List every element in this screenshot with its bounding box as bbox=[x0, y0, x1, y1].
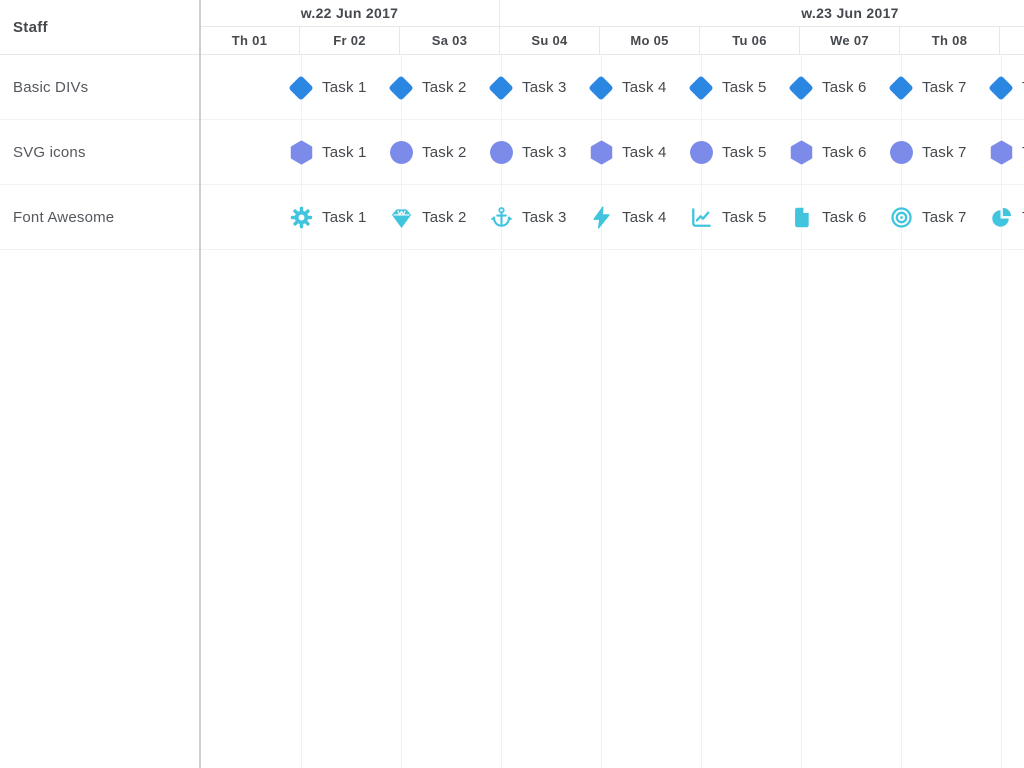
diamond-shape bbox=[988, 75, 1013, 100]
milestone-task[interactable]: Task 2 bbox=[388, 185, 467, 250]
anchor-icon bbox=[488, 205, 514, 231]
circle-icon bbox=[388, 140, 414, 166]
milestone-label: Task 2 bbox=[422, 144, 467, 161]
resource-cell[interactable]: Font Awesome bbox=[0, 185, 200, 250]
milestone-label: Task 3 bbox=[522, 79, 567, 96]
file-icon bbox=[788, 205, 814, 231]
week-header-row: w.22 Jun 2017w.23 Jun 2017 bbox=[201, 0, 1024, 27]
milestone-task[interactable]: Task 6 bbox=[788, 120, 867, 185]
gem-icon bbox=[388, 205, 414, 231]
milestone-task[interactable]: Task 1 bbox=[288, 55, 367, 120]
hexagon-icon bbox=[988, 140, 1014, 166]
milestone-task[interactable]: Task 4 bbox=[588, 120, 667, 185]
chart-line-icon bbox=[688, 205, 714, 231]
milestone-label: Task 6 bbox=[822, 144, 867, 161]
bullseye-icon bbox=[888, 205, 914, 231]
milestone-task[interactable]: Task 3 bbox=[488, 55, 567, 120]
scheduler: w.22 Jun 2017w.23 Jun 2017 Th 01Fr 02Sa … bbox=[0, 0, 1024, 768]
milestone-label: Task 4 bbox=[622, 209, 667, 226]
day-header-row: Th 01Fr 02Sa 03Su 04Mo 05Tu 06We 07Th 08 bbox=[201, 27, 1024, 55]
milestone-task[interactable]: Task 7 bbox=[888, 185, 967, 250]
diamond-shape bbox=[788, 75, 813, 100]
week-header-cell[interactable]: w.23 Jun 2017 bbox=[500, 0, 1024, 26]
milestone-label: Task 4 bbox=[622, 79, 667, 96]
chart-pie-icon bbox=[988, 205, 1014, 231]
diamond-shape bbox=[488, 75, 513, 100]
diamond-shape bbox=[888, 75, 913, 100]
day-header-cell[interactable]: Th 01 bbox=[201, 27, 300, 54]
schedule-timeline: w.22 Jun 2017w.23 Jun 2017 Th 01Fr 02Sa … bbox=[201, 0, 1024, 768]
resource-cell[interactable]: Basic DIVs bbox=[0, 55, 200, 120]
milestone-task[interactable]: Task 2 bbox=[388, 120, 467, 185]
circle-icon bbox=[688, 140, 714, 166]
milestone-task[interactable]: Task 6 bbox=[788, 185, 867, 250]
milestone-label: Task 1 bbox=[322, 209, 367, 226]
milestone-label: Task 6 bbox=[822, 79, 867, 96]
milestone-label: Task 5 bbox=[722, 144, 767, 161]
milestone-task[interactable]: Task 2 bbox=[388, 55, 467, 120]
milestone-label: Task 1 bbox=[322, 144, 367, 161]
hexagon-icon bbox=[788, 140, 814, 166]
week-header-cell[interactable]: w.22 Jun 2017 bbox=[201, 0, 500, 26]
milestone-task[interactable]: Task 6 bbox=[788, 55, 867, 120]
diamond-shape bbox=[388, 75, 413, 100]
milestone-task[interactable]: Task 4 bbox=[588, 55, 667, 120]
milestone-task[interactable]: Task 4 bbox=[588, 185, 667, 250]
diamond-icon bbox=[288, 75, 314, 101]
day-header-cell[interactable]: Mo 05 bbox=[600, 27, 700, 54]
cog-icon bbox=[288, 205, 314, 231]
grid-splitter[interactable] bbox=[199, 0, 201, 768]
diamond-icon bbox=[888, 75, 914, 101]
day-header-cell[interactable]: Tu 06 bbox=[700, 27, 800, 54]
resource-cell[interactable]: SVG icons bbox=[0, 120, 200, 185]
milestone-task[interactable]: Task 8 bbox=[988, 185, 1024, 250]
day-header-cell[interactable]: Th 08 bbox=[900, 27, 1000, 54]
milestone-task[interactable]: Task 5 bbox=[688, 120, 767, 185]
diamond-icon bbox=[488, 75, 514, 101]
diamond-icon bbox=[388, 75, 414, 101]
milestone-task[interactable]: Task 8 bbox=[988, 55, 1024, 120]
milestone-label: Task 3 bbox=[522, 209, 567, 226]
diamond-shape bbox=[688, 75, 713, 100]
day-header-cell[interactable]: Fr 02 bbox=[300, 27, 400, 54]
day-header-cell[interactable]: Su 04 bbox=[500, 27, 600, 54]
milestone-task[interactable]: Task 5 bbox=[688, 55, 767, 120]
milestone-label: Task 7 bbox=[922, 79, 967, 96]
milestone-label: Task 3 bbox=[522, 144, 567, 161]
circle-icon bbox=[488, 140, 514, 166]
milestone-label: Task 5 bbox=[722, 79, 767, 96]
resource-rows: Basic DIVsSVG iconsFont Awesome bbox=[0, 55, 200, 250]
diamond-shape bbox=[288, 75, 313, 100]
milestone-task[interactable]: Task 5 bbox=[688, 185, 767, 250]
diamond-icon bbox=[588, 75, 614, 101]
milestone-label: Task 5 bbox=[722, 209, 767, 226]
day-header-cell[interactable]: We 07 bbox=[800, 27, 900, 54]
hexagon-icon bbox=[588, 140, 614, 166]
diamond-shape bbox=[588, 75, 613, 100]
resource-grid: Staff Basic DIVsSVG iconsFont Awesome bbox=[0, 0, 200, 768]
milestone-label: Task 6 bbox=[822, 209, 867, 226]
circle-icon bbox=[888, 140, 914, 166]
milestone-task[interactable]: Task 1 bbox=[288, 120, 367, 185]
milestone-label: Task 2 bbox=[422, 209, 467, 226]
bolt-icon bbox=[588, 205, 614, 231]
staff-column-header[interactable]: Staff bbox=[0, 0, 200, 55]
milestone-task[interactable]: Task 3 bbox=[488, 185, 567, 250]
milestone-label: Task 7 bbox=[922, 209, 967, 226]
hexagon-icon bbox=[288, 140, 314, 166]
diamond-icon bbox=[688, 75, 714, 101]
diamond-icon bbox=[988, 75, 1014, 101]
milestone-task[interactable]: Task 8 bbox=[988, 120, 1024, 185]
milestone-task[interactable]: Task 7 bbox=[888, 120, 967, 185]
milestone-task[interactable]: Task 1 bbox=[288, 185, 367, 250]
day-header-cell[interactable]: Sa 03 bbox=[400, 27, 500, 54]
milestone-label: Task 7 bbox=[922, 144, 967, 161]
milestone-task[interactable]: Task 7 bbox=[888, 55, 967, 120]
milestone-label: Task 1 bbox=[322, 79, 367, 96]
milestone-task[interactable]: Task 3 bbox=[488, 120, 567, 185]
milestone-label: Task 4 bbox=[622, 144, 667, 161]
milestone-label: Task 2 bbox=[422, 79, 467, 96]
diamond-icon bbox=[788, 75, 814, 101]
